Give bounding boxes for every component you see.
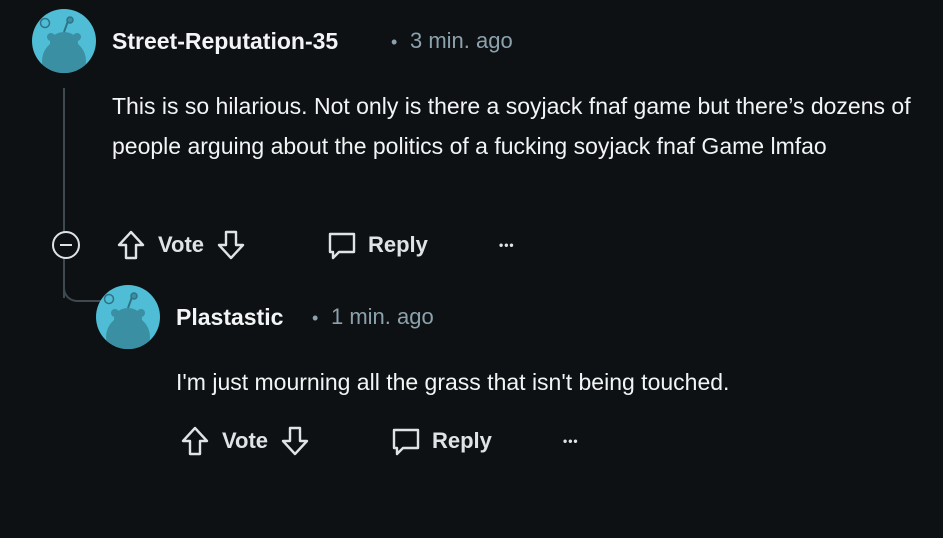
vote-label: Vote (158, 232, 205, 257)
meta-separator: • (312, 308, 319, 328)
avatar[interactable] (32, 9, 96, 73)
more-options-button[interactable]: ••• (563, 434, 579, 448)
avatar[interactable] (96, 285, 160, 349)
collapse-minus-icon (60, 244, 72, 246)
collapse-button[interactable] (52, 231, 80, 259)
vote-group: Vote (116, 226, 246, 264)
snoo-avatar-icon (32, 9, 96, 73)
arrow-up-icon[interactable] (180, 425, 210, 457)
arrow-up-icon[interactable] (116, 229, 146, 261)
reply-label: Reply (368, 232, 428, 257)
comment-author[interactable]: Plastastic (176, 304, 283, 331)
arrow-down-icon[interactable] (216, 229, 246, 261)
comment-body: I'm just mourning all the grass that isn… (176, 369, 730, 395)
more-options-button[interactable]: ••• (499, 238, 515, 252)
comment-author[interactable]: Street-Reputation-35 (112, 28, 338, 55)
reply-label: Reply (432, 428, 492, 453)
arrow-down-icon[interactable] (280, 425, 310, 457)
speech-bubble-icon (392, 428, 420, 456)
vote-label: Vote (222, 428, 269, 453)
speech-bubble-icon (328, 232, 356, 260)
thread-line (63, 88, 65, 298)
reply-button[interactable]: Reply (326, 226, 428, 264)
comment-timestamp: 1 min. ago (331, 304, 434, 329)
thread-branch (63, 276, 101, 302)
comment-body: This is so hilarious. Not only is there … (112, 93, 911, 159)
vote-group: Vote (180, 422, 310, 460)
reply-button[interactable]: Reply (390, 422, 492, 460)
snoo-avatar-icon (96, 285, 160, 349)
meta-separator: • (391, 32, 398, 52)
comment-timestamp: 3 min. ago (410, 28, 513, 53)
